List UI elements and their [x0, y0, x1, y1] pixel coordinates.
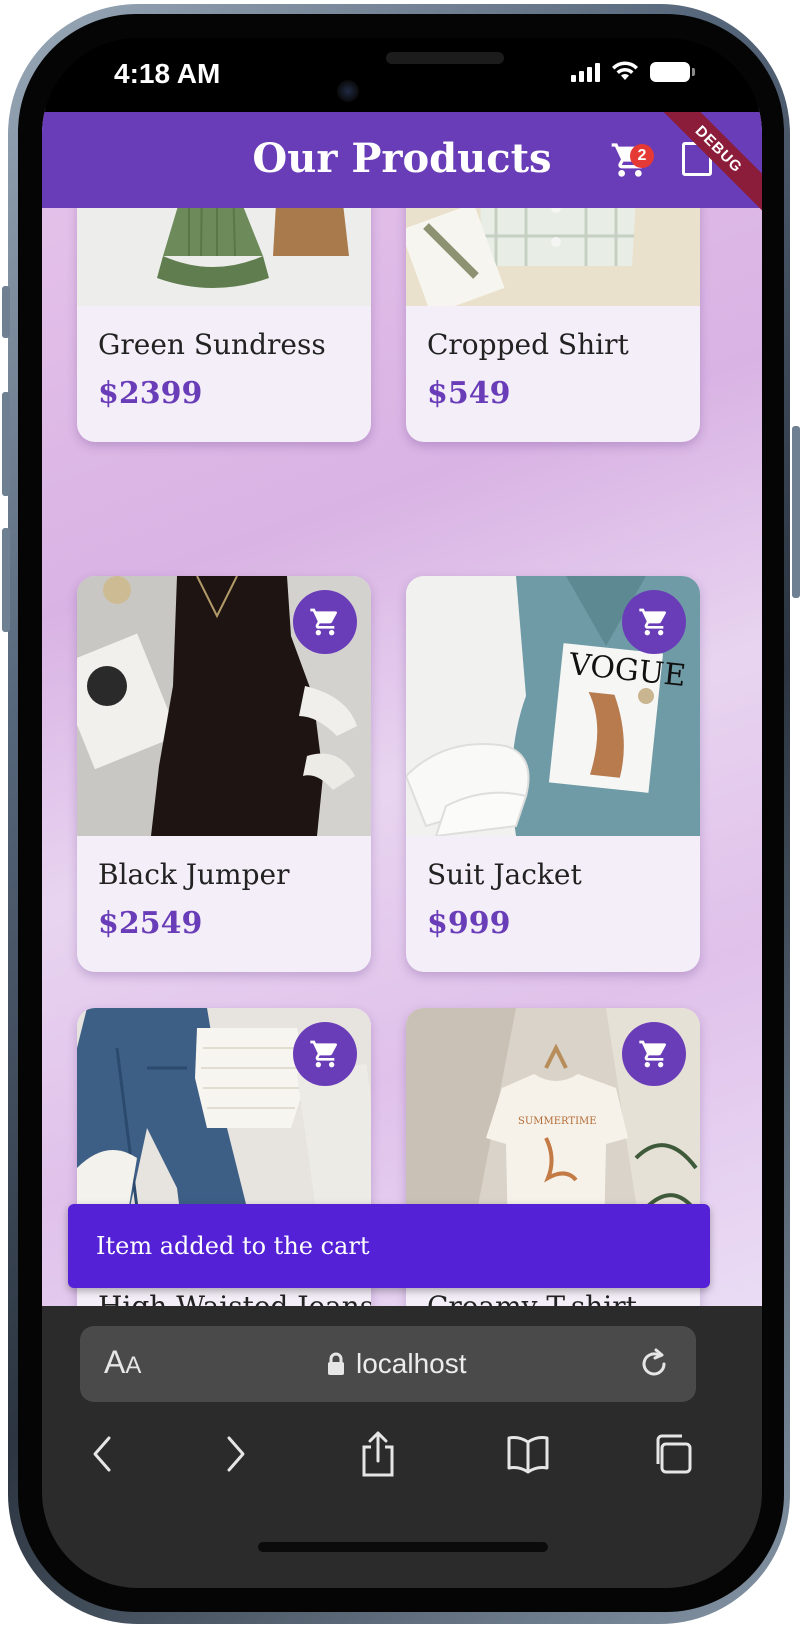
add-to-cart-icon — [639, 608, 667, 636]
product-price: $999 — [427, 906, 511, 941]
signal-icon — [571, 60, 600, 82]
reader-mode-large-a: A — [104, 1344, 126, 1380]
product-price: $2399 — [98, 376, 203, 411]
share-button[interactable] — [348, 1424, 408, 1484]
snackbar: Item added to the cart — [68, 1204, 710, 1288]
phone-screen: 4:18 AM Green Sundress $2399 Cropped Shi… — [42, 38, 762, 1588]
side-button-volume-up — [2, 392, 10, 496]
bookmarks-icon — [507, 1436, 549, 1474]
status-bar: 4:18 AM — [42, 38, 762, 112]
add-to-cart-icon — [639, 1040, 667, 1068]
bookmarks-button[interactable] — [498, 1424, 558, 1484]
add-to-cart-button[interactable] — [293, 1022, 357, 1086]
product-price: $2549 — [98, 906, 203, 941]
reader-mode-small-a: A — [125, 1352, 142, 1379]
lock-icon — [328, 1352, 344, 1375]
battery-icon — [650, 62, 695, 82]
product-info: Cropped Shirt $549 — [406, 306, 700, 442]
product-name: Cropped Shirt — [427, 328, 629, 361]
svg-text:SUMMERTIME: SUMMERTIME — [518, 1116, 597, 1127]
product-name: Creamy T-shirt — [427, 1290, 637, 1306]
product-info: Suit Jacket $999 — [406, 836, 700, 972]
product-info: Black Jumper $2549 — [77, 836, 371, 972]
status-icons — [571, 60, 695, 82]
app-content: Green Sundress $2399 Cropped Shirt $549 … — [42, 108, 762, 1306]
browser-chrome: AA localhost — [42, 1306, 762, 1588]
back-icon — [93, 1436, 111, 1472]
add-to-cart-button[interactable] — [622, 1022, 686, 1086]
side-button-mute — [2, 286, 10, 338]
product-price: $549 — [427, 376, 511, 411]
product-name: Black Jumper — [98, 858, 290, 891]
reader-mode-button[interactable]: AA — [104, 1344, 141, 1381]
status-time: 4:18 AM — [114, 58, 221, 89]
side-button-volume-down — [2, 528, 10, 632]
tabs-button[interactable] — [642, 1424, 702, 1484]
back-button[interactable] — [72, 1424, 132, 1484]
front-camera — [337, 80, 359, 102]
address-bar[interactable]: AA localhost — [80, 1326, 696, 1402]
cart-count-badge: 2 — [630, 144, 654, 168]
product-card[interactable]: VOGUE Suit Jacket $999 — [406, 576, 700, 972]
tabs-icon — [656, 1434, 692, 1474]
page-title: Our Products — [252, 134, 552, 182]
reload-icon[interactable] — [636, 1346, 672, 1382]
add-to-cart-button[interactable] — [293, 590, 357, 654]
wifi-icon — [612, 61, 638, 80]
add-to-cart-button[interactable] — [622, 590, 686, 654]
forward-icon — [227, 1436, 245, 1472]
add-to-cart-icon — [310, 608, 338, 636]
forward-button[interactable] — [206, 1424, 266, 1484]
product-name: Suit Jacket — [427, 858, 582, 891]
side-button-power — [792, 426, 800, 598]
product-name: Green Sundress — [98, 328, 326, 361]
share-icon — [362, 1431, 394, 1477]
product-info: Green Sundress $2399 — [77, 306, 371, 442]
add-to-cart-icon — [310, 1040, 338, 1068]
product-card[interactable]: Black Jumper $2549 — [77, 576, 371, 972]
home-indicator — [258, 1542, 548, 1552]
browser-toolbar — [42, 1424, 762, 1494]
earpiece-speaker — [386, 52, 504, 64]
url-text: localhost — [356, 1348, 467, 1379]
app-bar: Our Products 2 DEBUG — [42, 108, 762, 212]
snackbar-message: Item added to the cart — [96, 1232, 370, 1260]
product-name: High Waisted Jeans — [98, 1290, 371, 1306]
